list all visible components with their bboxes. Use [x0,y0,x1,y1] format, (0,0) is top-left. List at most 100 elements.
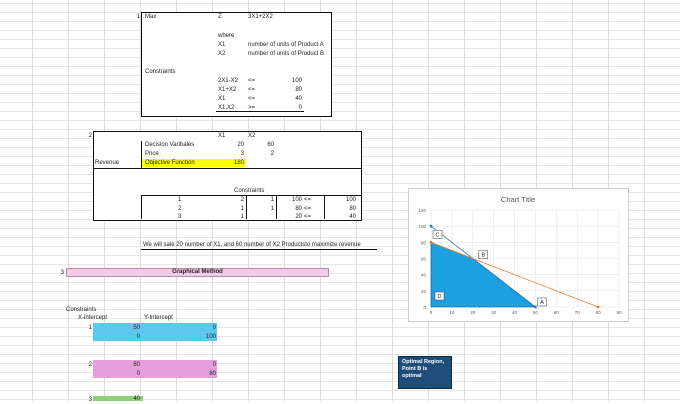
graphical-constraints-label: Constraints [66,307,97,313]
constraint-lhs-value[interactable]: 20 [274,213,302,221]
constraint-coef-b[interactable]: 1 [246,196,274,204]
x-tick-label: 70 [575,310,581,315]
price-x2[interactable]: 2 [246,150,274,158]
optimal-callout: Optimal Region, Point B is optimal [398,356,452,389]
model-constraint-op: <= [248,87,256,93]
divider [141,195,142,219]
y-tick-label: 40 [421,273,427,278]
decision-label: Decision Varibales [145,142,195,148]
constraint-lhs-value[interactable]: 100 [274,196,302,204]
constraint-op: <= [304,214,312,220]
x-intercept-value[interactable]: 0 [110,370,140,378]
row-number-2: 2 [88,133,92,139]
x-intercept-value[interactable]: 50 [110,324,140,332]
constraint-index: 2 [178,206,182,212]
var-x1-desc: number of units of Product A [248,42,324,48]
model-constraint-lhs: X1+X2 [218,87,237,93]
model-constraint-rhs: 40 [295,96,302,102]
constraint-op: <= [304,197,312,203]
y-intercept-value[interactable]: 0 [186,324,216,332]
constraint-op: <= [304,206,312,212]
x-tick-label: 90 [616,310,622,315]
constraint-index: 3 [178,214,182,220]
divider [93,168,361,169]
point-label: B [481,253,485,259]
constraints-header: Constraints [234,188,265,194]
x-tick-label: 20 [470,310,476,315]
constraint-coef-a[interactable]: 1 [216,213,244,221]
chart-svg: Chart Title 0 20 40 60 80 100 120 0 10 20 30 40 50 60… [418,195,622,315]
x-intercept-value[interactable]: 40 [110,395,140,403]
objective-value[interactable]: 180 [216,159,244,167]
y-tick-label: 0 [423,305,426,310]
y-intercept-header: Y-Intercept [144,315,173,321]
decision-x2[interactable]: 60 [246,141,274,149]
max-label: Max [145,14,157,20]
y-intercept-value[interactable]: 0 [186,361,216,369]
constraint-rhs-value[interactable]: 100 [326,196,356,204]
series-point [429,240,433,244]
model-constraint-op: <= [248,96,256,102]
x-tick-label: 40 [512,310,518,315]
constraint-coef-a[interactable]: 2 [216,196,244,204]
constraint-coef-a[interactable]: 1 [216,205,244,213]
x-intercept-header: X-intercept [78,315,108,321]
group-index: 2 [88,362,92,368]
constraint-coef-b[interactable]: 1 [246,205,274,213]
underline [141,249,377,250]
underline [216,111,304,112]
y-intercept-value[interactable]: 100 [186,333,216,341]
model-constraint-rhs: 100 [291,78,302,84]
y-tick-label: 100 [418,224,426,229]
series-point [596,305,600,309]
price-x1[interactable]: 3 [216,150,244,158]
point-label: D [438,294,442,300]
x-tick-label: 30 [491,310,497,315]
model-constraint-rhs: 80 [295,87,302,93]
var-x2-desc: number of units of Product B [248,51,325,57]
x-tick-label: 10 [449,310,455,315]
group-index: 1 [88,325,92,331]
point-label: A [540,300,544,306]
y-tick-label: 20 [421,289,427,294]
feasible-region-chart[interactable]: Chart Title 0 20 40 60 80 100 120 0 10 20 30 40 50 60… [408,188,629,322]
graphical-method-title: Graphical Method [172,269,223,275]
series-point [429,224,433,228]
conclusion-text: We will sale 20 number of X1, and 60 num… [143,242,361,248]
constraint-lhs-value[interactable]: 80 [274,205,302,213]
group-index: 3 [88,397,92,403]
col-x2-header: X2 [248,133,256,139]
model-constraint-op: <= [248,78,256,84]
decision-x1[interactable]: 20 [216,141,244,149]
series-point [534,305,537,309]
where-label: where [218,33,235,39]
var-x2-name: X2 [218,51,226,57]
row-number-3: 3 [60,270,64,276]
constraint-index: 1 [178,197,182,203]
model-box [141,12,332,117]
price-label: Price [145,151,159,157]
x-intercept-value[interactable]: 0 [110,333,140,341]
point-label: C [436,232,440,238]
var-x1-name: X1 [218,42,226,48]
y-tick-label: 60 [421,257,427,262]
constraint-rhs-value[interactable]: 40 [326,213,356,221]
y-tick-label: 80 [421,240,427,245]
y-tick-label: 120 [418,208,426,213]
x-tick-label: 0 [430,310,433,315]
divider [324,195,325,219]
x-tick-label: 60 [554,310,560,315]
model-constraint-lhs: X1 [218,96,226,102]
objective-formula: 3X1+2X2 [248,14,273,20]
col-x1-header: X1 [218,133,226,139]
model-constraints-label: Constraints [145,69,176,75]
constraint-rhs-value[interactable]: 80 [326,205,356,213]
row-number-1: 1 [136,14,140,20]
y-intercept-value[interactable]: 80 [186,370,216,378]
z-label: Z [218,14,222,20]
model-constraint-lhs: 2X1-X2 [218,78,239,84]
objective-function-label: Objective Function [145,160,195,166]
x-intercept-value[interactable]: 80 [110,361,140,369]
x-tick-label: 80 [596,310,602,315]
chart-title: Chart Title [501,195,535,204]
